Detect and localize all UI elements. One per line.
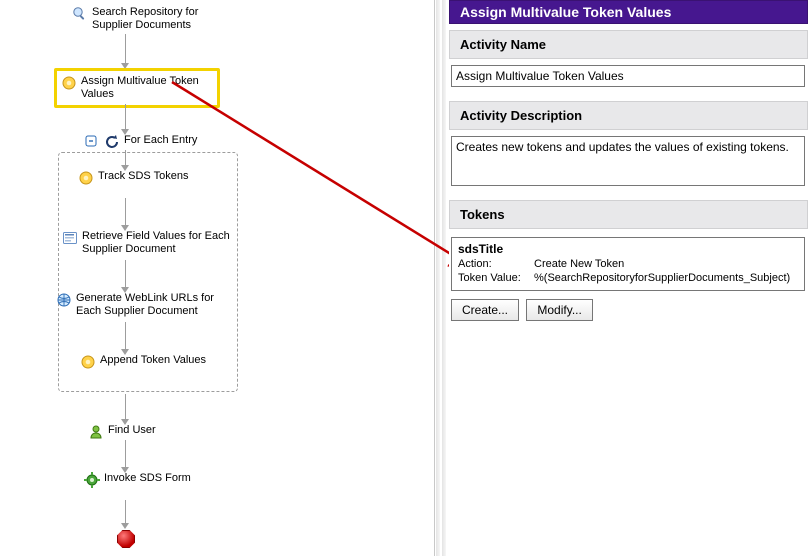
workflow-canvas[interactable]: Search Repository for Supplier Documents… [0, 0, 435, 556]
activity-stop[interactable] [117, 530, 135, 548]
token-action-value: Create New Token [534, 258, 624, 270]
activity-retrieve-fields[interactable]: Retrieve Field Values for Each Supplier … [62, 230, 237, 256]
token-name: sdsTitle [458, 242, 798, 256]
toggle-icon [84, 134, 100, 154]
activity-for-each[interactable]: For Each Entry [84, 134, 197, 154]
gear-icon [84, 472, 100, 492]
connector [125, 198, 126, 226]
activity-search-repo[interactable]: Search Repository for Supplier Documents [72, 6, 222, 32]
globe-icon [56, 292, 72, 312]
create-button[interactable]: Create... [451, 299, 519, 321]
panel-title: Assign Multivalue Token Values [449, 0, 808, 24]
properties-panel: Assign Multivalue Token Values Activity … [449, 0, 808, 556]
activity-find-user[interactable]: Find User [88, 424, 156, 444]
token-icon [80, 354, 96, 374]
section-tokens: Tokens [449, 200, 808, 229]
activity-label: Generate WebLink URLs for Each Supplier … [76, 292, 241, 318]
connector [125, 260, 126, 288]
token-entry[interactable]: sdsTitle Action: Create New Token Token … [451, 237, 805, 291]
arrow-icon [121, 523, 129, 529]
activity-append-token[interactable]: Append Token Values [80, 354, 206, 374]
connector [125, 394, 126, 420]
activity-label: Assign Multivalue Token Values [81, 75, 211, 101]
activity-assign-multivalue[interactable]: Assign Multivalue Token Values [54, 68, 220, 108]
token-action-label: Action: [458, 258, 534, 270]
activity-label: Append Token Values [100, 354, 206, 367]
activity-label: Track SDS Tokens [98, 170, 188, 183]
stop-icon [117, 530, 135, 548]
token-value-value: %(SearchRepositoryforSupplierDocuments_S… [534, 272, 790, 284]
connector [125, 150, 126, 166]
token-value-label: Token Value: [458, 272, 534, 284]
section-activity-description: Activity Description [449, 101, 808, 130]
token-icon [78, 170, 94, 190]
activity-generate-weblink[interactable]: Generate WebLink URLs for Each Supplier … [56, 292, 241, 318]
splitter[interactable] [442, 0, 446, 556]
form-icon [62, 230, 78, 250]
activity-track-sds[interactable]: Track SDS Tokens [78, 170, 188, 190]
user-icon [88, 424, 104, 444]
modify-button[interactable]: Modify... [526, 299, 592, 321]
activity-label: Find User [108, 424, 156, 437]
activity-label: Search Repository for Supplier Documents [92, 6, 222, 32]
activity-description-input[interactable] [451, 136, 805, 186]
connector [125, 104, 126, 130]
activity-invoke-sds[interactable]: Invoke SDS Form [84, 472, 191, 492]
activity-label: Retrieve Field Values for Each Supplier … [82, 230, 237, 256]
activity-label: For Each Entry [124, 134, 197, 147]
connector [125, 500, 126, 524]
activity-name-input[interactable] [451, 65, 805, 87]
activity-label: Invoke SDS Form [104, 472, 191, 485]
token-icon [61, 75, 77, 95]
connector [125, 322, 126, 350]
magnifier-icon [72, 6, 88, 26]
connector [125, 34, 126, 64]
section-activity-name: Activity Name [449, 30, 808, 59]
splitter[interactable] [436, 0, 440, 556]
refresh-icon [104, 134, 120, 154]
connector [125, 440, 126, 468]
